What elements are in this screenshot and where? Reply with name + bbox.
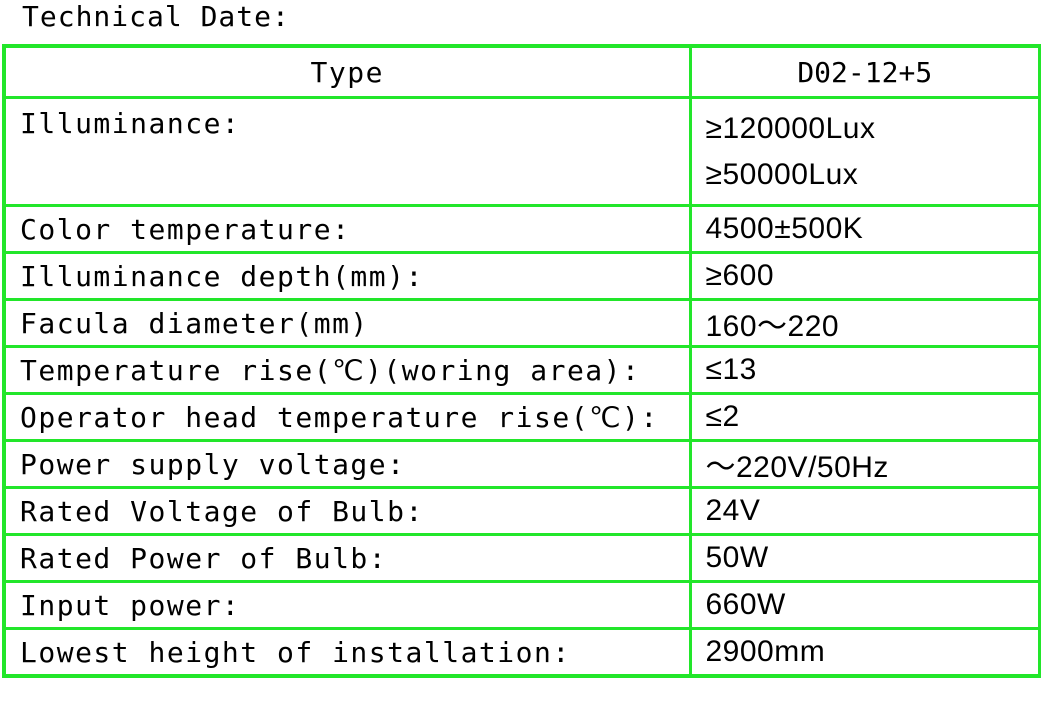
row-value: 24V — [688, 486, 1041, 536]
row-label: Input power: — [2, 580, 692, 630]
page-title: Technical Date: — [22, 0, 290, 33]
table-header-row: Type D02-12+5 — [2, 44, 1041, 99]
table-row: Rated Power of Bulb: 50W — [2, 533, 1041, 583]
table-row: Rated Voltage of Bulb: 24V — [2, 486, 1041, 536]
row-label: Color temperature: — [2, 204, 692, 254]
row-value: 4500±500K — [688, 204, 1041, 254]
row-value: ≥600 — [688, 251, 1041, 301]
row-value: 2900mm — [688, 627, 1041, 678]
row-value: ≤13 — [688, 345, 1041, 395]
row-label: Operator head temperature rise(℃): — [2, 392, 692, 442]
table-row: Temperature rise(℃)(woring area): ≤13 — [2, 345, 1041, 395]
row-label: Rated Power of Bulb: — [2, 533, 692, 583]
table-row: Input power: 660W — [2, 580, 1041, 630]
row-label: Illuminance depth(mm): — [2, 251, 692, 301]
row-label: Rated Voltage of Bulb: — [2, 486, 692, 536]
row-label: Temperature rise(℃)(woring area): — [2, 345, 692, 395]
row-value: ～220V/50Hz — [688, 439, 1041, 489]
table-row: Power supply voltage: ～220V/50Hz — [2, 439, 1041, 489]
illuminance-label: Illuminance: — [2, 96, 692, 207]
table-row: Illuminance depth(mm): ≥600 — [2, 251, 1041, 301]
illuminance-value: ≥120000Lux ≥50000Lux — [688, 96, 1041, 207]
row-label: Facula diameter(mm) — [2, 298, 692, 348]
row-value: 660W — [688, 580, 1041, 630]
illuminance-value-2: ≥50000Lux — [705, 157, 859, 191]
row-value: 50W — [688, 533, 1041, 583]
row-label: Lowest height of installation: — [2, 627, 692, 678]
type-header: Type — [2, 44, 692, 99]
row-value: ≤2 — [688, 392, 1041, 442]
row-label: Power supply voltage: — [2, 439, 692, 489]
row-value: 160～220 — [688, 298, 1041, 348]
table-row: Lowest height of installation: 2900mm — [2, 627, 1041, 678]
table-row: Operator head temperature rise(℃): ≤2 — [2, 392, 1041, 442]
technical-data-table: Type D02-12+5 Illuminance: ≥120000Lux ≥50… — [2, 44, 1041, 678]
model-header: D02-12+5 — [688, 44, 1041, 99]
table-row: Facula diameter(mm) 160～220 — [2, 298, 1041, 348]
table-row: Illuminance: ≥120000Lux ≥50000Lux — [2, 96, 1041, 207]
illuminance-value-1: ≥120000Lux — [705, 111, 876, 145]
table-row: Color temperature: 4500±500K — [2, 204, 1041, 254]
